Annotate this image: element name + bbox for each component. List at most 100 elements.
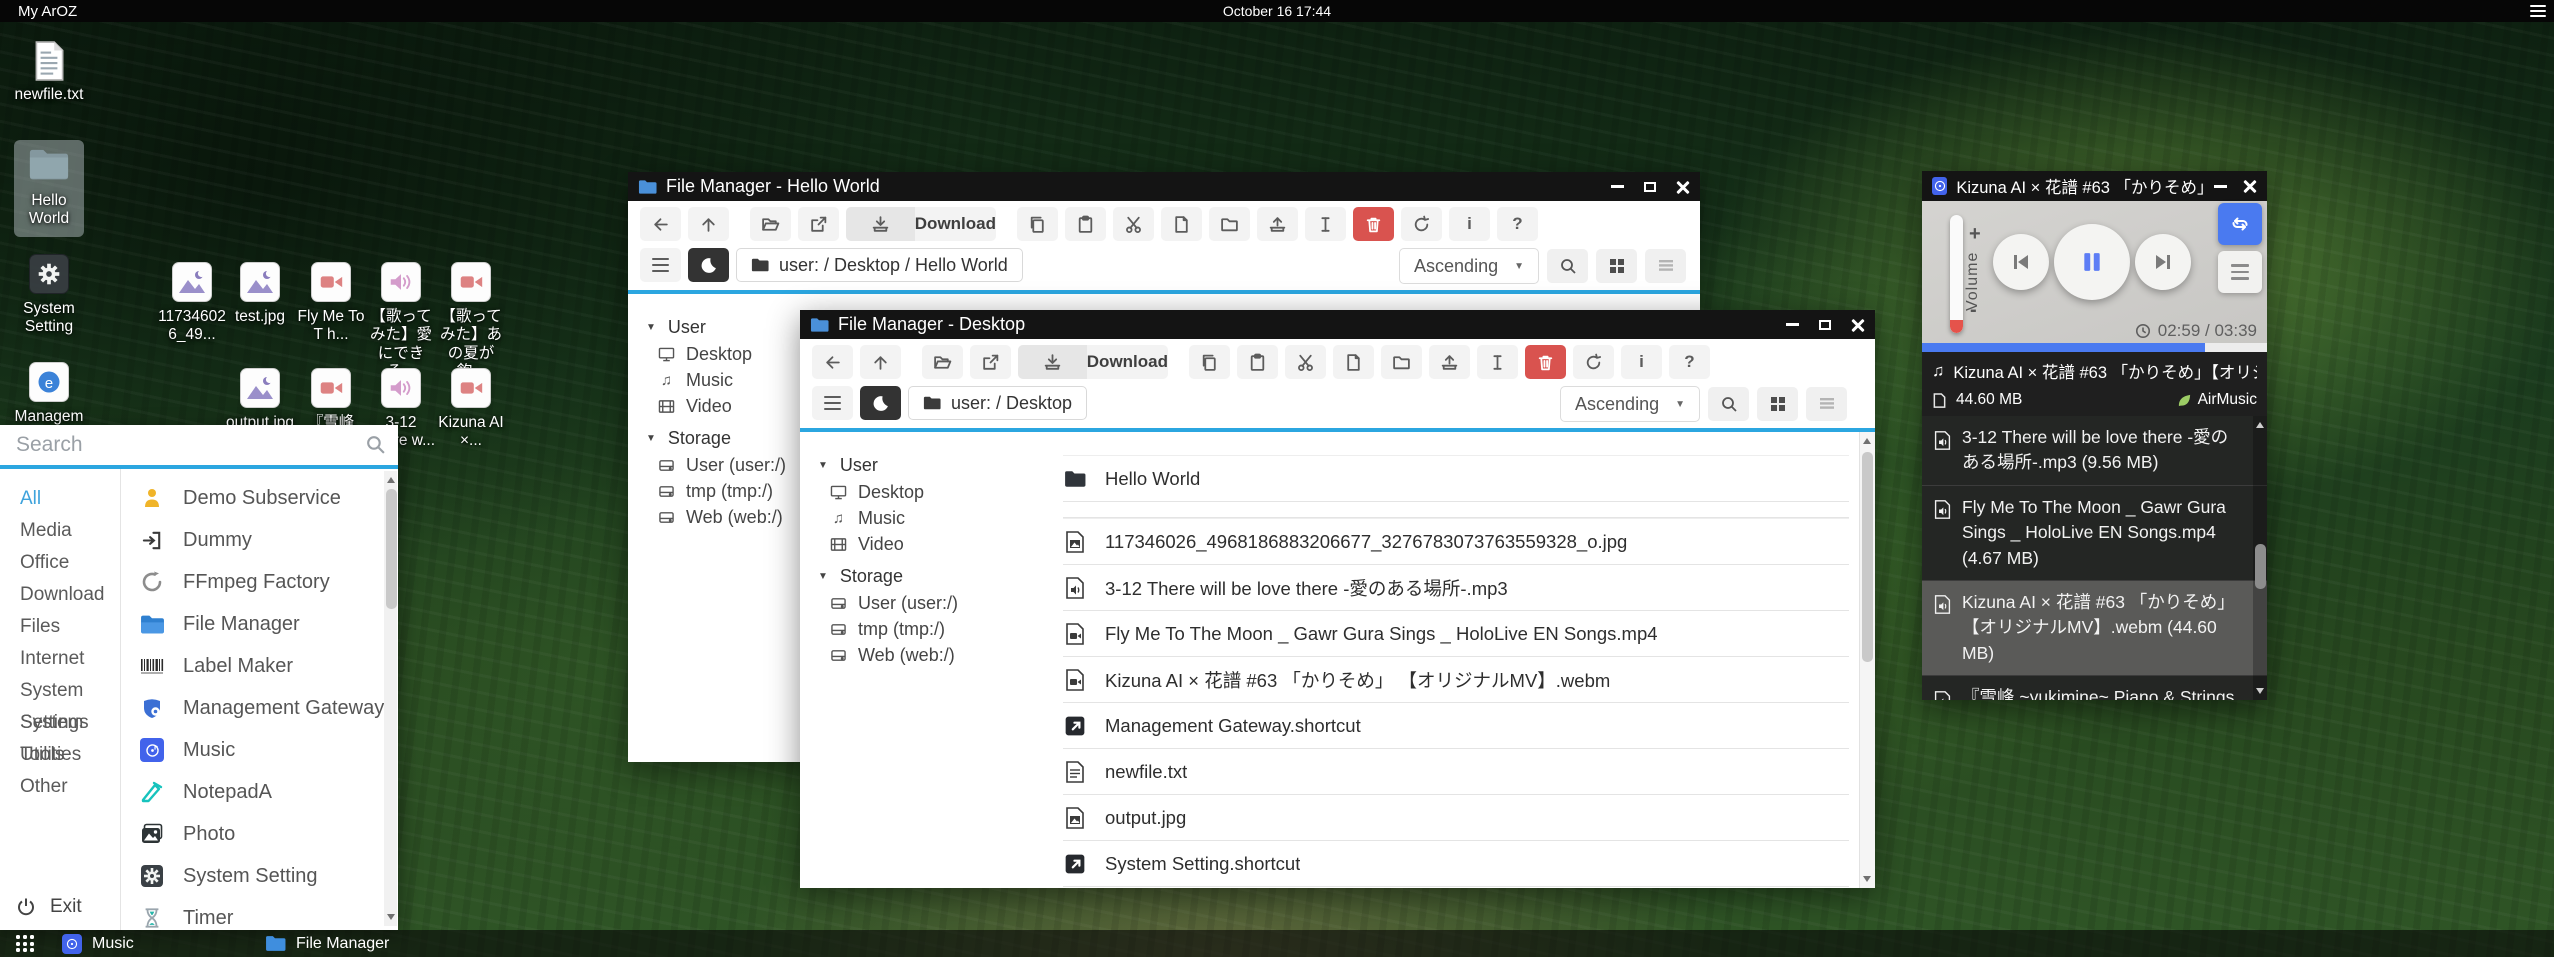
- volume-slider[interactable]: [1950, 215, 1963, 333]
- scroll-down-arrow[interactable]: [1863, 876, 1871, 882]
- maximize-button[interactable]: [1644, 182, 1656, 192]
- scroll-up-arrow[interactable]: [387, 477, 395, 483]
- sidebar-item-desktop[interactable]: Desktop: [646, 341, 800, 367]
- desktop-icon-117346026[interactable]: 117346026_49...: [157, 262, 227, 345]
- upload-button[interactable]: [1429, 345, 1470, 379]
- window-titlebar[interactable]: File Manager - Desktop: [800, 310, 1875, 339]
- sidebar-item-music[interactable]: ♫Music: [818, 505, 985, 531]
- close-button[interactable]: [1676, 180, 1690, 194]
- playlist-item[interactable]: 『雪峰 ~yukimine~ Piano & Strings Ver.』を歌って…: [1922, 676, 2267, 700]
- scroll-down-arrow[interactable]: [387, 914, 395, 920]
- category-item[interactable]: Files: [0, 611, 120, 643]
- sidebar-section-storage[interactable]: ▼Storage: [646, 425, 800, 452]
- grid-view-button[interactable]: [1596, 249, 1637, 283]
- category-item[interactable]: Media: [0, 515, 120, 547]
- category-item[interactable]: Internet: [0, 643, 120, 675]
- download-button[interactable]: Download: [1018, 345, 1168, 379]
- desktop-icon-hello-world[interactable]: Hello World: [14, 140, 84, 237]
- sidebar-item-user-drive[interactable]: User (user:/): [646, 452, 800, 478]
- cut-button[interactable]: [1113, 207, 1154, 241]
- menu-button[interactable]: [812, 386, 853, 420]
- category-item[interactable]: System Settings: [0, 675, 120, 707]
- sidebar-item-music[interactable]: ♫Music: [646, 367, 800, 393]
- file-row[interactable]: output.jpg: [1063, 795, 1849, 841]
- app-item-demo-subservice[interactable]: Demo Subservice: [121, 477, 398, 519]
- open-in-new-button[interactable]: [970, 345, 1011, 379]
- menu-scrollbar[interactable]: [384, 471, 397, 926]
- app-item-photo[interactable]: Photo: [121, 813, 398, 855]
- download-button[interactable]: Download: [846, 207, 996, 241]
- new-file-button[interactable]: [1161, 207, 1202, 241]
- app-item-timer[interactable]: Timer: [121, 897, 398, 930]
- app-item-system-setting[interactable]: System Setting: [121, 855, 398, 897]
- refresh-button[interactable]: [1573, 345, 1614, 379]
- scroll-down-arrow[interactable]: [2256, 688, 2264, 694]
- file-row[interactable]: 117346026_4968186883206677_3276783073763…: [1063, 518, 1849, 565]
- open-in-new-button[interactable]: [798, 207, 839, 241]
- delete-button[interactable]: [1353, 207, 1394, 241]
- close-button[interactable]: [2243, 179, 2257, 193]
- search-input[interactable]: [0, 425, 398, 465]
- volume-up-label[interactable]: +: [1969, 223, 1981, 246]
- category-item[interactable]: Office: [0, 547, 120, 579]
- sidebar-item-desktop[interactable]: Desktop: [818, 479, 985, 505]
- scroll-up-arrow[interactable]: [2256, 422, 2264, 428]
- minimize-button[interactable]: [1611, 185, 1624, 188]
- info-button[interactable]: i: [1449, 207, 1490, 241]
- desktop-icon-system-setting[interactable]: System Setting: [14, 254, 84, 337]
- maximize-button[interactable]: [1819, 320, 1831, 330]
- sidebar-item-web-drive[interactable]: Web (web:/): [646, 504, 800, 530]
- category-item[interactable]: Other: [0, 771, 120, 803]
- taskbar-item-file-manager[interactable]: File Manager: [265, 930, 389, 957]
- previous-track-button[interactable]: [1993, 234, 2049, 290]
- list-view-button[interactable]: [1806, 387, 1847, 421]
- playlist-item[interactable]: 3-12 There will be love there -愛のある場所-.m…: [1922, 416, 2267, 486]
- sidebar-section-user[interactable]: ▼User: [646, 314, 800, 341]
- desktop-icon-utattemita-natsu[interactable]: 【歌ってみた】あの夏が飽...: [436, 262, 506, 381]
- minimize-button[interactable]: [1786, 323, 1799, 326]
- paste-button[interactable]: [1065, 207, 1106, 241]
- desktop-icon-newfile[interactable]: newfile.txt: [14, 40, 84, 104]
- category-item[interactable]: Utilities: [0, 739, 120, 771]
- up-button[interactable]: [860, 345, 901, 379]
- window-titlebar[interactable]: Kizuna AI × 花譜 #63 「かりそめ」 【...: [1922, 171, 2267, 201]
- sidebar-item-tmp-drive[interactable]: tmp (tmp:/): [818, 616, 985, 642]
- desktop-icon-test-jpg[interactable]: test.jpg: [225, 262, 295, 326]
- sidebar-item-user-drive[interactable]: User (user:/): [818, 590, 985, 616]
- app-item-management-gateway[interactable]: Management Gateway: [121, 687, 398, 729]
- sort-dropdown[interactable]: Ascending ▼: [1560, 386, 1700, 422]
- app-item-ffmpeg-factory[interactable]: FFmpeg Factory: [121, 561, 398, 603]
- paste-button[interactable]: [1237, 345, 1278, 379]
- app-grid-icon[interactable]: [16, 935, 34, 952]
- dark-mode-toggle[interactable]: [860, 386, 901, 420]
- sidebar-section-user[interactable]: ▼User: [818, 452, 985, 479]
- list-view-button[interactable]: [1645, 249, 1686, 283]
- sidebar-item-video[interactable]: Video: [646, 393, 800, 419]
- category-item[interactable]: System Tools: [0, 707, 120, 739]
- dark-mode-toggle[interactable]: [688, 248, 729, 282]
- taskbar-item-music[interactable]: Music: [62, 930, 134, 957]
- file-row[interactable]: Fly Me To The Moon _ Gawr Gura Sings _ H…: [1063, 611, 1849, 657]
- scroll-thumb[interactable]: [2255, 544, 2266, 589]
- next-track-button[interactable]: [2135, 234, 2191, 290]
- rename-button[interactable]: [1305, 207, 1346, 241]
- refresh-button[interactable]: [1401, 207, 1442, 241]
- breadcrumb[interactable]: user: / Desktop: [908, 386, 1087, 420]
- scroll-up-arrow[interactable]: [1863, 438, 1871, 444]
- file-row[interactable]: Hello World: [1063, 455, 1849, 502]
- file-row[interactable]: System Setting.shortcut: [1063, 841, 1849, 887]
- minimize-button[interactable]: [2214, 185, 2227, 188]
- playlist-item[interactable]: Fly Me To The Moon _ Gawr Gura Sings _ H…: [1922, 486, 2267, 581]
- copy-button[interactable]: [1017, 207, 1058, 241]
- file-row[interactable]: Kizuna AI × 花譜 #63 「かりそめ」 【オリジナルMV】.webm: [1063, 657, 1849, 703]
- close-button[interactable]: [1851, 318, 1865, 332]
- copy-button[interactable]: [1189, 345, 1230, 379]
- open-button[interactable]: [922, 345, 963, 379]
- back-button[interactable]: [812, 345, 853, 379]
- file-row[interactable]: newfile.txt: [1063, 749, 1849, 795]
- desktop-icon-kizuna[interactable]: Kizuna AI ×...: [436, 368, 506, 451]
- playlist-scrollbar[interactable]: [2253, 416, 2267, 700]
- breadcrumb[interactable]: user: / Desktop / Hello World: [736, 248, 1023, 282]
- sort-dropdown[interactable]: Ascending ▼: [1399, 248, 1539, 284]
- rename-button[interactable]: [1477, 345, 1518, 379]
